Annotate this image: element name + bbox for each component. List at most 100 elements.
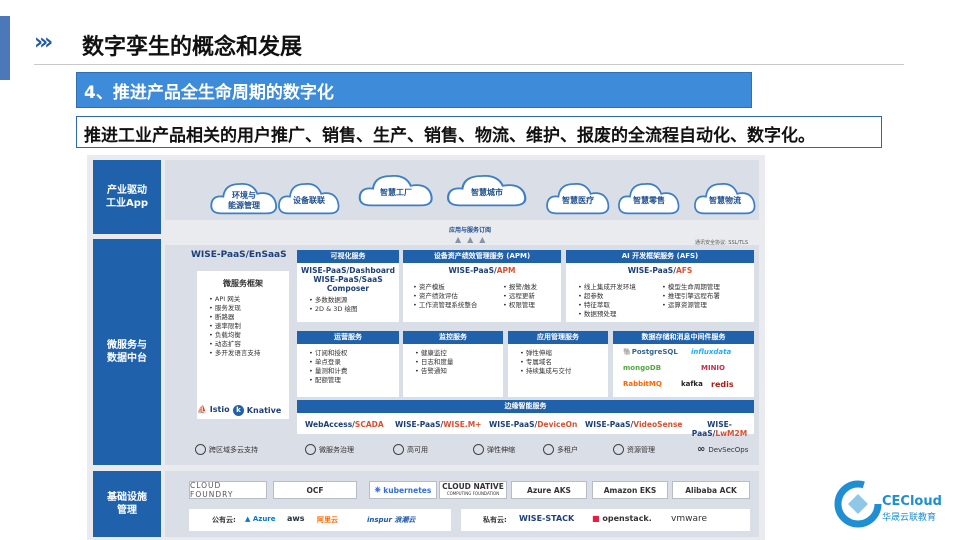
viz-product-2: WISE-PaaS/SaaS Composer	[313, 275, 383, 293]
list-item: • 推理引擎远程布署	[662, 292, 720, 300]
inspur-logo: inspur 浪潮云	[367, 516, 416, 524]
list-item: • 专属域名	[520, 358, 552, 366]
list-item: • 配额管理	[309, 376, 341, 384]
cloud-item: 智慧医疗	[543, 177, 613, 219]
kubernetes-logo: ⎈ kubernetes	[369, 481, 437, 499]
list-item: • 多数数据源	[309, 296, 348, 304]
list-item: • 服务发现	[209, 304, 241, 312]
ensaas-title: WISE-PaaS/EnSaaS	[191, 250, 287, 260]
edge-product-lwm2m: WISE-PaaS/LwM2M	[691, 420, 748, 438]
cloud-item: 智慧城市	[443, 169, 531, 211]
list-item: • 多开发语言支持	[209, 349, 261, 357]
feature-devsecops: ∞ DevSecOps	[697, 444, 749, 455]
list-item: • 工作流管理系统整合	[413, 301, 478, 309]
openstack-logo: ■ openstack.	[592, 514, 652, 523]
brand-name: CECloud	[882, 494, 942, 509]
viz-product-1: WISE-PaaS/Dashboard	[301, 266, 395, 275]
azure-logo: ▲ Azure	[245, 515, 276, 523]
list-item: • 资产模板	[413, 283, 445, 291]
redis-logo: redis	[711, 380, 734, 389]
list-item: • 健康监控	[415, 349, 447, 357]
afs-list-1: • 线上集成开发环境 • 超参数 • 特征萃取 • 数据预处理	[578, 283, 636, 319]
feature-elastic: 弹性伸缩	[473, 444, 515, 455]
helm-icon: ⎈	[374, 485, 381, 494]
cloudfoundry-logo: CLOUD FOUNDRY	[189, 481, 267, 499]
apm-list-1: • 资产模板 • 资产绩效评估 • 工作流管理系统整合	[413, 283, 477, 310]
cloud-item: 智慧工厂	[355, 169, 437, 211]
band-label-apps: 产业驱动 工业App	[93, 160, 161, 234]
edge-product-deviceon: WISE-PaaS/DeviceOn	[489, 420, 578, 429]
viz-list: • 多数数据源 • 2D & 3D 绘图	[309, 296, 399, 314]
azure-icon: ▲	[245, 515, 251, 523]
list-item: • 单点登录	[309, 358, 341, 366]
appsvc-list: • 弹性伸缩 • 专属域名 • 持续集成与交付	[520, 349, 608, 376]
minio-logo: MINIO	[701, 364, 725, 372]
cncf-logo: CLOUD NATIVE COMPUTING FOUNDATION	[439, 481, 507, 499]
list-item: • 报警/触发	[503, 283, 538, 291]
list-item: • 日志和度量	[415, 358, 454, 366]
edge-card: 边缘智能服务 WebAccess/SCADA WISE-PaaS/WISE.M+…	[297, 400, 754, 438]
ops-list: • 订阅和授权 • 单点登录 • 量测和计费 • 配额管理	[309, 349, 399, 385]
monitor-card: 监控服务 • 健康监控 • 日志和度量 • 告警通知	[403, 331, 503, 397]
list-item: • 负载均衡	[209, 331, 241, 339]
framework-title: 微服务框架	[223, 279, 263, 288]
title-divider	[34, 64, 904, 65]
appsvc-card: 应用管理服务 • 弹性伸缩 • 专属域名 • 持续集成与交付	[508, 331, 608, 397]
list-item: • 线上集成开发环境	[578, 283, 636, 291]
monitor-head: 监控服务	[403, 331, 503, 344]
cloud-item: 智慧零售	[615, 177, 683, 219]
api-label: 应用与服务订阅	[449, 227, 492, 234]
arrows-up-icon: ▲▲▲	[455, 235, 492, 244]
list-item: • 特征萃取	[578, 301, 610, 309]
list-item: • 运算资源管理	[662, 301, 707, 309]
afs-head: AI 开发框架服务 (AFS)	[566, 250, 754, 263]
public-cloud-label: 公有云:	[212, 516, 236, 524]
knative-logo: k Knative	[233, 405, 281, 416]
appsvc-head: 应用管理服务	[508, 331, 608, 344]
cloud-item: 环境与 能源管理	[207, 177, 281, 219]
afs-list-2: • 模型生命周期管理 • 推理引擎远程布署 • 运算资源管理	[662, 283, 720, 310]
apm-head: 设备资产绩效管理服务 (APM)	[403, 250, 561, 263]
edge-head: 边缘智能服务	[297, 400, 754, 413]
wisestack-logo: WISE-STACK	[519, 514, 575, 523]
apm-card: 设备资产绩效管理服务 (APM) WISE-PaaS/APM • 资产模板 • …	[403, 250, 561, 322]
section-title: 4、推进产品全生命周期的数字化	[84, 83, 334, 103]
list-item: • 数据预处理	[578, 310, 617, 318]
ops-head: 运营服务	[297, 331, 399, 344]
vmware-logo: vmware	[671, 514, 708, 524]
cloud-item: 智慧物流	[691, 177, 759, 219]
infinity-icon: ∞	[697, 444, 706, 455]
azure-aks-box: Azure AKS	[511, 481, 587, 499]
mongodb-logo: mongoDB	[623, 364, 662, 372]
amazon-eks-box: Amazon EKS	[592, 481, 668, 499]
edge-product-scada: WebAccess/SCADA	[305, 420, 384, 429]
data-card: 数据存储和消息中间件服务 🐘 PostgreSQL influxdata mong…	[613, 331, 754, 397]
brand-sub: 华晟云联教育	[882, 513, 937, 523]
page-title: 数字孪生的概念和发展	[82, 35, 303, 60]
cecloud-logo-icon	[834, 480, 882, 528]
istio-logo: ⛵ Istio	[197, 405, 230, 414]
feature-ha: 高可用	[393, 444, 428, 455]
rabbitmq-logo: RabbitMQ	[623, 380, 662, 388]
list-item: • 速率限制	[209, 322, 241, 330]
users-icon	[543, 444, 554, 455]
list-item: • 持续集成与交付	[520, 367, 572, 375]
globe-icon	[195, 444, 206, 455]
ensaas-card: 微服务框架 • API 网关 • 服务发现 • 断路器 • 速率限制 • 负载均…	[197, 271, 289, 419]
list-item: • API 网关	[209, 295, 241, 303]
summary-text: 推进工业产品相关的用户推广、销售、生产、销售、物流、维护、报废的全流程自动化、数…	[84, 126, 815, 146]
network-icon	[305, 444, 316, 455]
monitor-list: • 健康监控 • 日志和度量 • 告警通知	[415, 349, 503, 376]
afs-card: AI 开发框架服务 (AFS) WISE-PaaS/AFS • 线上集成开发环境…	[566, 250, 754, 322]
afs-product: WISE-PaaS/AFS	[627, 266, 693, 275]
feature-resource: 资源管理	[613, 444, 655, 455]
edge-product-wisem: WISE-PaaS/WISE.M+	[395, 420, 482, 429]
band-label-infrastructure: 基础设施 管理	[93, 471, 161, 537]
ocf-box: OCF	[273, 481, 357, 499]
list-item: • 超参数	[578, 292, 604, 300]
cloud-item: 设备联联	[275, 177, 343, 219]
influxdata-logo: influxdata	[691, 348, 732, 356]
list-item: • 资产绩效评估	[413, 292, 458, 300]
feature-multicloud: 跨区域多云支持	[195, 444, 258, 455]
list-item: • 2D & 3D 绘图	[309, 305, 358, 313]
